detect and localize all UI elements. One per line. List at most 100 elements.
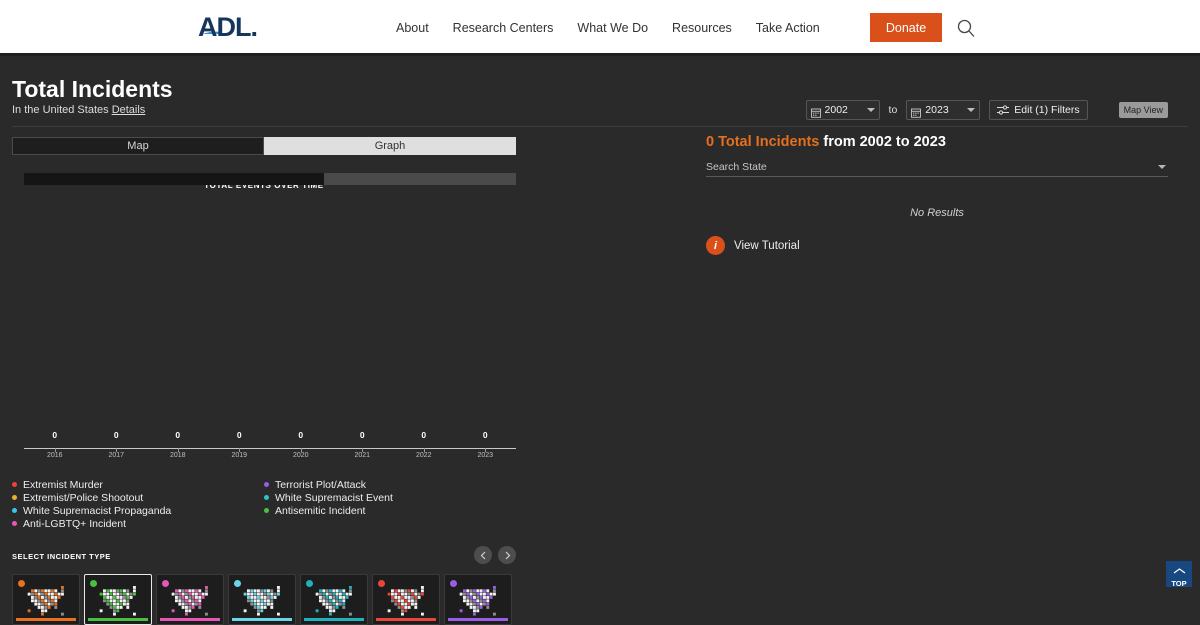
search-input[interactable] [706, 161, 1168, 173]
incident-type-card[interactable] [156, 574, 224, 625]
incident-type-color-dot [450, 580, 457, 587]
info-icon: i [706, 236, 725, 255]
back-to-top-button[interactable]: TOP [1166, 561, 1192, 587]
legend-item[interactable]: Extremist/Police Shootout [12, 491, 264, 504]
legend-item-label: Terrorist Plot/Attack [275, 479, 366, 491]
bar-value-label: 0 [114, 430, 119, 440]
end-year-picker[interactable]: 2023 [906, 100, 980, 120]
incident-type-card[interactable] [228, 574, 296, 625]
page-subtitle-text: In the United States [12, 104, 109, 116]
incident-type-selector-title: SELECT INCIDENT TYPE [12, 552, 516, 561]
legend-item[interactable]: White Supremacist Propaganda [12, 504, 264, 517]
chart-legend: Extremist Murder Extremist/Police Shooto… [12, 478, 516, 530]
details-link[interactable]: Details [112, 104, 146, 116]
donate-button[interactable]: Donate [870, 13, 942, 42]
nav-item-about[interactable]: About [396, 21, 429, 35]
axis-tick-label: 2020 [293, 452, 309, 459]
results-panel: 0 Total Incidents from 2002 to 2023 No R… [706, 134, 1168, 255]
state-search-field[interactable] [706, 157, 1168, 177]
legend-item-label: Extremist Murder [23, 479, 103, 491]
calendar-icon [911, 105, 921, 115]
edit-filters-label: Edit (1) Filters [1014, 104, 1079, 116]
incident-type-color-dot [162, 580, 169, 587]
incident-type-card[interactable] [300, 574, 368, 625]
incident-type-color-dot [90, 580, 97, 587]
adl-logo[interactable]: ADL. [198, 12, 257, 43]
legend-item-label: Extremist/Police Shootout [23, 492, 143, 504]
results-count: 0 Total Incidents [706, 134, 819, 150]
nav-item-take-action[interactable]: Take Action [756, 21, 820, 35]
chart-range-scrollbar[interactable] [24, 173, 516, 185]
chevron-down-icon [867, 108, 875, 112]
end-year-value: 2023 [925, 104, 948, 116]
start-year-value: 2002 [825, 104, 848, 116]
edit-filters-button[interactable]: Edit (1) Filters [989, 100, 1087, 120]
carousel-controls [474, 546, 516, 564]
chart-plot-area [12, 190, 516, 430]
bar-value-label: 0 [421, 430, 426, 440]
chart-range-selection[interactable] [24, 173, 324, 185]
view-tutorial-label: View Tutorial [734, 240, 800, 252]
chevron-right-icon[interactable] [498, 546, 516, 564]
chevron-down-icon [967, 108, 975, 112]
legend-color-dot [12, 521, 17, 526]
legend-item[interactable]: White Supremacist Event [264, 491, 516, 504]
view-tutorial-button[interactable]: i View Tutorial [706, 236, 1168, 255]
incident-type-card[interactable] [444, 574, 512, 625]
tab-map[interactable]: Map [12, 137, 264, 155]
incident-type-accent-bar [376, 618, 436, 621]
filter-toolbar: 2002 to 2023 Edit [806, 100, 1168, 120]
graph-panel: Map Graph TOTAL EVENTS OVER TIME 0201602… [12, 137, 516, 625]
legend-item-label: Anti-LGBTQ+ Incident [23, 518, 126, 530]
adl-logo-text: ADL [198, 12, 251, 42]
map-view-badge[interactable]: Map View [1119, 102, 1168, 118]
adl-logo-period: . [251, 12, 258, 42]
incident-type-card-list [12, 574, 516, 625]
bar-value-label: 0 [237, 430, 242, 440]
incident-type-accent-bar [88, 618, 148, 621]
chevron-down-icon[interactable] [1158, 165, 1166, 169]
bar-value-label: 0 [483, 430, 488, 440]
legend-item-label: Antisemitic Incident [275, 505, 365, 517]
incident-type-card[interactable] [84, 574, 152, 625]
incident-type-map [16, 586, 76, 616]
page-title: Total Incidents [12, 76, 173, 103]
nav-item-resources[interactable]: Resources [672, 21, 732, 35]
legend-color-dot [264, 508, 269, 513]
incident-type-map [448, 586, 508, 616]
axis-tick-label: 2022 [416, 452, 432, 459]
legend-item[interactable]: Extremist Murder [12, 478, 264, 491]
incident-type-selector-header: SELECT INCIDENT TYPE [12, 552, 516, 568]
bar-value-label: 0 [360, 430, 365, 440]
incident-type-map [376, 586, 436, 616]
start-year-picker[interactable]: 2002 [806, 100, 880, 120]
legend-color-dot [264, 495, 269, 500]
legend-color-dot [12, 482, 17, 487]
bar-value-label: 0 [52, 430, 57, 440]
legend-item[interactable]: Terrorist Plot/Attack [264, 478, 516, 491]
axis-line [24, 448, 516, 449]
chevron-left-icon[interactable] [474, 546, 492, 564]
legend-item[interactable]: Anti-LGBTQ+ Incident [12, 517, 264, 530]
site-header: ADL. About Research Centers What We Do R… [0, 0, 1200, 56]
nav-item-what-we-do[interactable]: What We Do [577, 21, 648, 35]
legend-item-label: White Supremacist Propaganda [23, 505, 171, 517]
incident-type-card[interactable] [12, 574, 80, 625]
header-divider [12, 126, 1188, 127]
incident-type-accent-bar [232, 618, 292, 621]
incident-type-card[interactable] [372, 574, 440, 625]
results-heading: 0 Total Incidents from 2002 to 2023 [706, 134, 1168, 150]
nav-item-research-centers[interactable]: Research Centers [453, 21, 554, 35]
chevron-up-icon [1173, 561, 1186, 579]
incident-type-map [160, 586, 220, 616]
incident-type-color-dot [234, 580, 241, 587]
legend-column-left: Extremist Murder Extremist/Police Shooto… [12, 478, 264, 530]
bar-value-label: 0 [175, 430, 180, 440]
date-range-to-label: to [889, 104, 898, 116]
legend-item[interactable]: Antisemitic Incident [264, 504, 516, 517]
search-icon[interactable] [956, 18, 976, 38]
legend-item-label: White Supremacist Event [275, 492, 393, 504]
legend-color-dot [12, 508, 17, 513]
tab-graph[interactable]: Graph [264, 137, 516, 155]
chart-x-axis: 0201602017020180201902020020210202202023 [12, 430, 516, 464]
